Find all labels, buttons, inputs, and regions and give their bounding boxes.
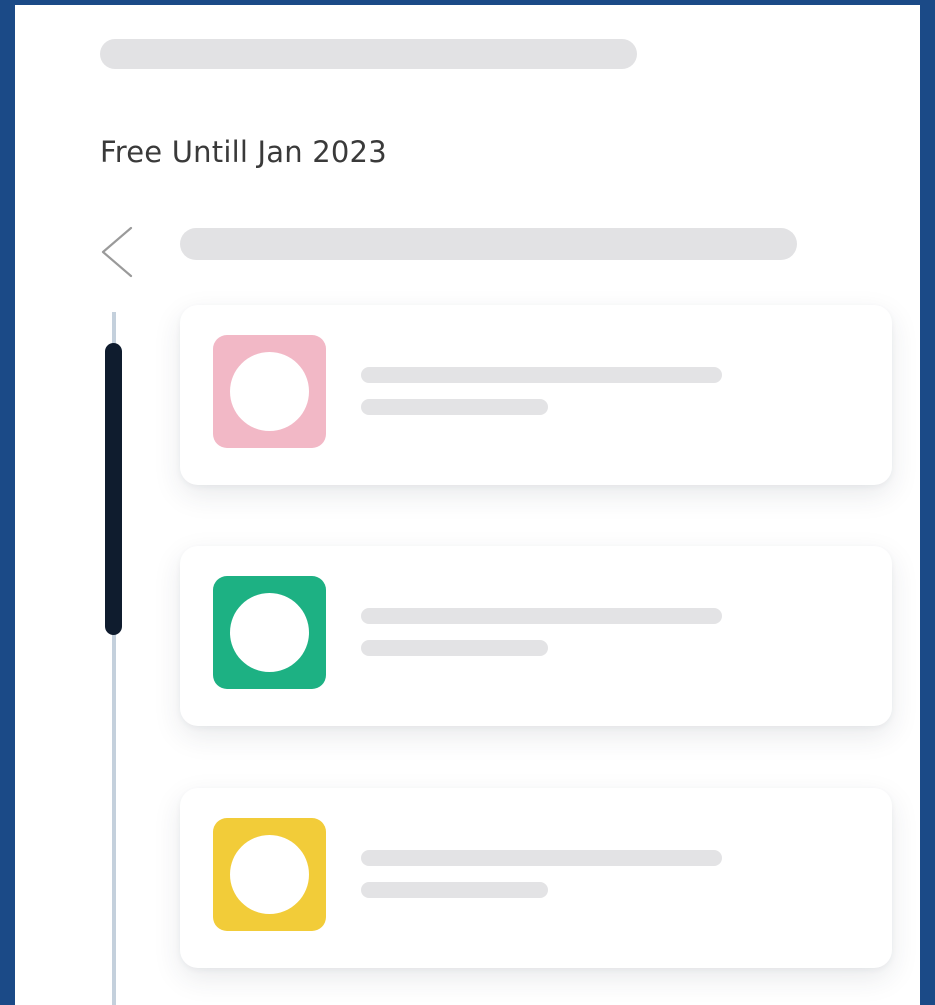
avatar-circle	[230, 593, 309, 672]
header-skeleton	[180, 228, 797, 260]
chevron-left-icon[interactable]	[97, 224, 139, 280]
item-avatar	[213, 576, 326, 689]
item-avatar	[213, 818, 326, 931]
avatar-circle	[230, 352, 309, 431]
list-item-card[interactable]	[180, 546, 892, 726]
item-subtitle-skeleton	[361, 640, 548, 656]
title-skeleton	[100, 39, 637, 69]
item-title-skeleton	[361, 608, 722, 624]
avatar-circle	[230, 835, 309, 914]
item-avatar	[213, 335, 326, 448]
promo-text: Free Untill Jan 2023	[100, 135, 387, 169]
scrollbar-thumb[interactable]	[105, 343, 122, 635]
item-title-skeleton	[361, 367, 722, 383]
item-title-skeleton	[361, 850, 722, 866]
app-frame: Free Untill Jan 2023	[0, 0, 935, 1005]
item-subtitle-skeleton	[361, 399, 548, 415]
list-item-card[interactable]	[180, 788, 892, 968]
item-subtitle-skeleton	[361, 882, 548, 898]
list-item-card[interactable]	[180, 305, 892, 485]
